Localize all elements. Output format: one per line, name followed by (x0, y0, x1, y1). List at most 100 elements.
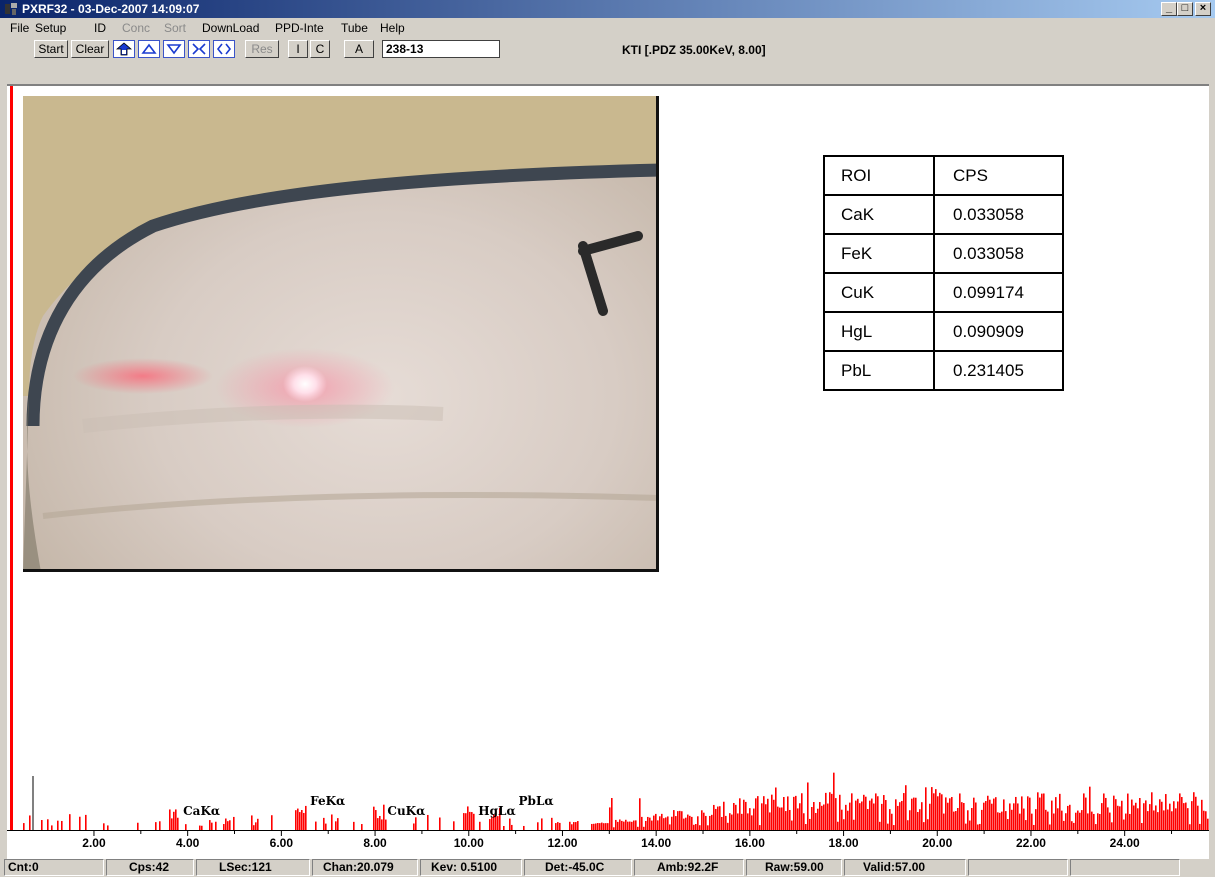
spectrum-bar (913, 797, 915, 830)
menu-ppd-inte[interactable]: PPD-Inte (275, 21, 324, 35)
spectrum-bar (299, 812, 301, 830)
spectrum-bar (695, 824, 697, 830)
roi-cell: HgL (823, 311, 935, 352)
clear-button[interactable]: Clear (71, 40, 109, 58)
spectrum-bar (723, 801, 725, 830)
spectrum-bar (1105, 797, 1107, 830)
open-button[interactable] (113, 40, 135, 58)
spectrum-bar (637, 826, 639, 830)
spectrum-bar (751, 815, 753, 830)
spectrum-bar (1027, 796, 1029, 830)
spectrum-bar (865, 796, 867, 830)
close-button[interactable]: × (1195, 2, 1211, 16)
spectrum-bar (469, 811, 471, 830)
spectrum-bar (1013, 803, 1015, 830)
spectrum-bar (687, 814, 689, 830)
spectrum-bar (1141, 823, 1143, 830)
a-button[interactable]: A (344, 40, 374, 58)
spectrum-panel[interactable]: 2.00 4.00 6.00 8.00 10.00 12.00 14.00 16.00 18.0… (7, 86, 1209, 859)
spectrum-bar (659, 816, 661, 830)
spectrum-bar (887, 823, 889, 830)
arrow-up-button[interactable] (138, 40, 160, 58)
spectrum-bar (1173, 801, 1175, 830)
spectrum-bar (901, 800, 903, 830)
spectrum-bar (731, 814, 733, 830)
spectrum-bar (1007, 819, 1009, 830)
spectrum-bar (725, 815, 727, 830)
spectrum-bar (471, 812, 473, 830)
spectrum-bar (885, 800, 887, 830)
spectrum-bar (743, 799, 745, 830)
spectrum-bar (673, 810, 675, 830)
spectrum-bar (215, 821, 217, 830)
spectrum-bar (1005, 811, 1007, 830)
spectrum-bar (253, 825, 255, 830)
spectrum-bar (271, 815, 273, 830)
spectrum-bar (303, 812, 305, 830)
spectrum-bar (1043, 793, 1045, 830)
spectrum-bar (295, 810, 297, 830)
spectrum-bar (497, 816, 499, 830)
spectrum-bar (939, 792, 941, 830)
spectrum-bar (1207, 818, 1209, 830)
spectrum-bar (1195, 796, 1197, 830)
spectrum-bar (1015, 796, 1017, 830)
spectrum-bar (987, 795, 989, 830)
spectrum-bar (1083, 793, 1085, 830)
menu-id[interactable]: ID (94, 21, 106, 35)
spectrum-bar (1145, 800, 1147, 830)
spectrum-bar (1119, 806, 1121, 830)
spectrum-bar (729, 813, 731, 830)
menu-help[interactable]: Help (380, 21, 405, 35)
spectrum-bar (787, 796, 789, 830)
spectrum-bar (777, 806, 779, 830)
expand-button[interactable] (213, 40, 235, 58)
spectrum-bar (1203, 810, 1205, 830)
x-tick-label: 4.00 (176, 836, 200, 850)
menu-conc[interactable]: Conc (122, 21, 150, 35)
spectrum-bar (1139, 798, 1141, 830)
spectrum-bar (769, 812, 771, 830)
spectrum-bar (957, 808, 959, 830)
spectrum-bar (1181, 797, 1183, 830)
spectrum-bar (1053, 813, 1055, 830)
menu-sort[interactable]: Sort (164, 21, 186, 35)
spectrum-bar (605, 823, 607, 830)
status-raw: Raw:59.00 (746, 859, 842, 876)
spectrum-bar (1069, 804, 1071, 830)
spectrum-bar (803, 813, 805, 830)
spectrum-bar (415, 817, 417, 830)
spectrum-bar (611, 798, 613, 830)
spectrum-bar (1109, 812, 1111, 830)
spectrum-bar (877, 796, 879, 830)
c-button[interactable]: C (310, 40, 330, 58)
arrow-down-button[interactable] (163, 40, 185, 58)
spectrum-bar (1113, 795, 1115, 830)
menu-setup[interactable]: Setup (35, 21, 66, 35)
spectrum-bar (785, 811, 787, 830)
status-det: Det:-45.0C (524, 859, 632, 876)
spectrum-bar (1121, 800, 1123, 830)
start-button[interactable]: Start (34, 40, 68, 58)
menu-file[interactable]: File (10, 21, 29, 35)
menu-tube[interactable]: Tube (341, 21, 368, 35)
maximize-button[interactable]: □ (1177, 2, 1193, 16)
spectrum-bar (591, 823, 593, 830)
sample-id-input[interactable]: 238-13 (382, 40, 500, 58)
spectrum-bar (663, 818, 665, 830)
i-button[interactable]: I (288, 40, 308, 58)
spectrum-bar (741, 813, 743, 830)
spectrum-bar (961, 802, 963, 830)
spectrum-bar (845, 804, 847, 830)
spectrum-bar (1081, 810, 1083, 830)
spectrum-bar (1147, 811, 1149, 830)
menu-download[interactable]: DownLoad (202, 21, 259, 35)
spectrum-bar (1037, 792, 1039, 830)
collapse-button[interactable] (188, 40, 210, 58)
minimize-button[interactable]: _ (1161, 2, 1177, 16)
spectrum-bar (617, 821, 619, 830)
spectrum-bar (23, 823, 25, 830)
spectrum-bar (1095, 824, 1097, 830)
spectrum-bar (379, 815, 381, 830)
res-button[interactable]: Res (245, 40, 279, 58)
